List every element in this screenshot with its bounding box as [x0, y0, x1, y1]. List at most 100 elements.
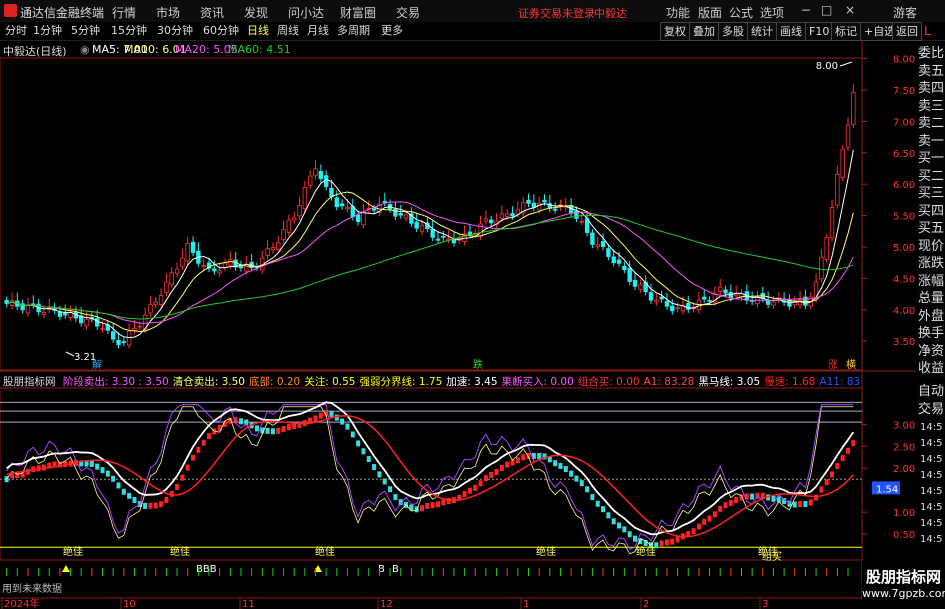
candle — [292, 217, 297, 221]
candle — [718, 286, 723, 292]
candle — [228, 259, 233, 266]
momentum-block — [467, 487, 472, 494]
candle — [824, 237, 829, 260]
momentum-block — [835, 463, 840, 470]
trade-panel-button[interactable]: 自动 — [917, 384, 945, 402]
candle — [361, 211, 366, 226]
candle — [63, 313, 68, 316]
candle — [771, 301, 776, 306]
momentum-block — [148, 502, 153, 509]
quote-field-label: 收益 — [917, 361, 945, 378]
candle — [41, 312, 47, 316]
signal-label: 绝佳 — [636, 545, 656, 558]
momentum-block — [121, 488, 126, 495]
momentum-block — [254, 425, 259, 432]
candle — [355, 214, 361, 223]
time-label: 14:5 — [920, 534, 942, 545]
candle — [505, 213, 510, 217]
momentum-block — [595, 500, 600, 507]
momentum-block — [105, 470, 110, 477]
momentum-block — [356, 440, 361, 447]
momentum-block — [185, 464, 190, 471]
quote-field-label: 换手 — [917, 326, 945, 343]
indicator-param: 果断买入: 0.00 — [501, 376, 574, 388]
momentum-block — [798, 500, 803, 507]
candle — [153, 301, 158, 306]
candle — [222, 262, 228, 269]
quote-field-label: 买二 — [917, 168, 945, 186]
candle — [276, 242, 281, 250]
candle — [654, 299, 659, 303]
momentum-block — [659, 540, 664, 547]
signal-label: 绝佳 — [315, 545, 335, 558]
candle — [334, 197, 340, 208]
candle — [542, 199, 547, 203]
candle — [158, 295, 164, 305]
momentum-block — [611, 518, 616, 525]
candle — [638, 284, 643, 290]
quote-field-label: 卖二 — [917, 116, 945, 133]
candle — [430, 228, 435, 238]
momentum-block — [846, 447, 851, 454]
y-tick-label: 7.00 — [893, 117, 915, 128]
candle — [552, 208, 558, 211]
candle — [510, 213, 515, 217]
indicator-param: 慢速: 1.68 — [764, 376, 816, 388]
candle — [435, 238, 441, 241]
candle — [627, 267, 632, 282]
momentum-block — [180, 474, 185, 481]
trade-panel-button[interactable]: 交易 — [917, 402, 945, 420]
momentum-block — [361, 448, 366, 455]
momentum-block — [441, 499, 446, 506]
candle — [723, 289, 728, 294]
quote-field-label: 外盘 — [917, 308, 945, 326]
momentum-block — [127, 492, 132, 499]
momentum-block — [606, 512, 611, 519]
candle — [382, 200, 387, 203]
x-tick-label: 3 — [762, 599, 768, 609]
candle — [414, 221, 419, 229]
momentum-block — [345, 423, 350, 430]
candle — [590, 232, 595, 245]
quote-field-label: 涨跌 — [917, 256, 945, 273]
sub-y-tick-label: 3.00 — [893, 420, 915, 431]
momentum-block — [276, 427, 281, 434]
candle — [25, 304, 31, 314]
time-label: 14:5 — [920, 438, 942, 449]
x-tick-label: 12 — [380, 599, 393, 609]
sub-y-tick-label: 0.50 — [893, 530, 915, 541]
x-tick-label: 11 — [242, 599, 255, 609]
momentum-block — [670, 538, 675, 545]
momentum-block — [196, 446, 201, 453]
candle — [9, 300, 15, 306]
candle — [94, 318, 100, 327]
mark-zhang: 涨 — [828, 359, 838, 371]
indicator-param: 清仓卖出: 3.50 — [172, 376, 245, 388]
momentum-block — [617, 522, 622, 529]
y-tick-label: 6.00 — [893, 180, 915, 191]
indicator-param: 强弱分界线: 1.75 — [359, 376, 443, 388]
momentum-block — [558, 462, 563, 469]
low-pointer — [65, 351, 75, 357]
candle — [323, 175, 329, 188]
momentum-block — [489, 471, 494, 478]
momentum-block — [89, 460, 94, 467]
candle — [579, 220, 584, 223]
candle — [845, 124, 851, 148]
momentum-block — [537, 452, 542, 459]
momentum-block — [499, 464, 504, 471]
candle — [180, 257, 185, 267]
kline-chart[interactable]: 8.00 7.50 7.00 6.50 6.00 5.50 5.00 4.50 4.00 3.50… — [0, 0, 945, 609]
candle — [489, 219, 494, 224]
candle — [329, 187, 334, 198]
candle — [297, 205, 302, 217]
candle — [515, 209, 521, 215]
candle — [345, 207, 350, 210]
momentum-block — [111, 475, 116, 482]
candle — [840, 148, 845, 178]
momentum-block — [494, 469, 499, 476]
indicator-param: 黑马线: 3.05 — [698, 376, 761, 388]
momentum-block — [377, 471, 382, 478]
momentum-block — [446, 497, 451, 504]
ma60-line — [6, 214, 854, 320]
